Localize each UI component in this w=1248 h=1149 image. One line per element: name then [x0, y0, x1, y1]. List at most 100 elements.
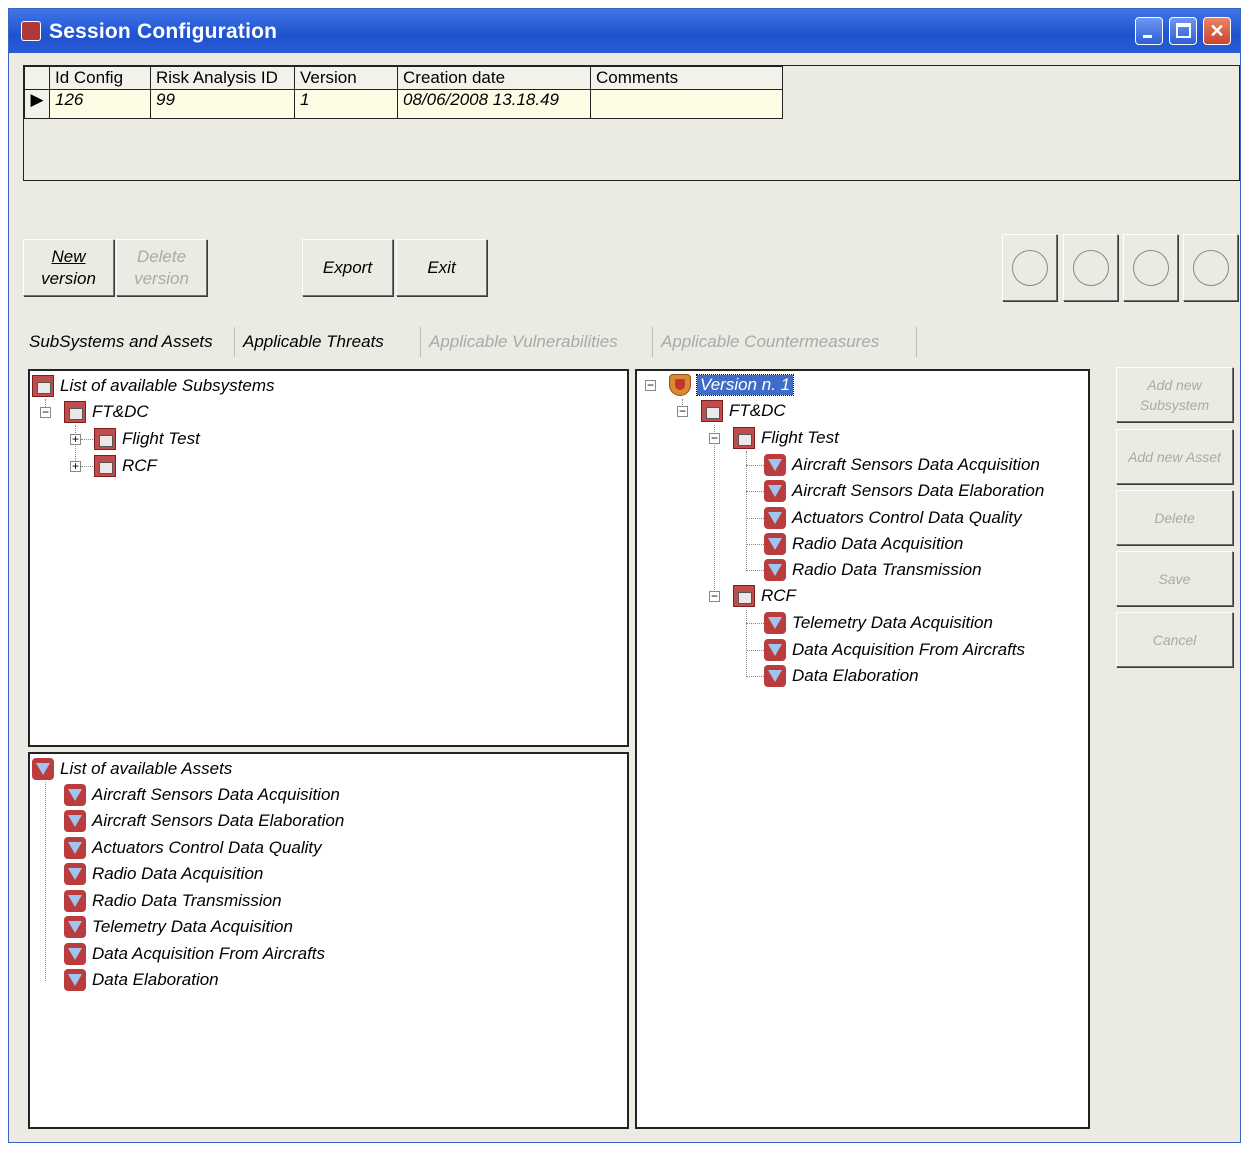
exit-button[interactable]: Exit	[396, 239, 487, 296]
toolbar-circle-button-2[interactable]	[1063, 234, 1118, 301]
column-header-creation-date[interactable]: Creation date	[397, 66, 591, 90]
tree-node-asset[interactable]: Actuators Control Data Quality	[764, 506, 1022, 530]
new-version-button[interactable]: New version	[23, 239, 114, 296]
collapse-icon[interactable]: −	[40, 406, 51, 418]
tab-applicable-vulnerabilities[interactable]: Applicable Vulnerabilities	[423, 327, 653, 357]
tree-node-asset[interactable]: Aircraft Sensors Data Elaboration	[764, 479, 1044, 503]
diamond-asset-icon	[764, 507, 786, 529]
tree-node-label: Flight Test	[122, 429, 200, 448]
toolbar-circle-button-3[interactable]	[1123, 234, 1178, 301]
column-header-risk-analysis-id[interactable]: Risk Analysis ID	[150, 66, 295, 90]
collapse-icon[interactable]: −	[709, 590, 720, 602]
assets-root-label: List of available Assets	[60, 759, 233, 778]
cell-creation-date[interactable]: 08/06/2008 13.18.49	[397, 89, 591, 119]
collapse-icon[interactable]: −	[709, 432, 720, 444]
window-title: Session Configuration	[49, 20, 278, 43]
close-button[interactable]: ✕	[1203, 17, 1231, 45]
column-header-version[interactable]: Version	[294, 66, 398, 90]
cancel-label: Cancel	[1152, 631, 1197, 648]
tree-node-flight-test[interactable]: Flight Test	[733, 426, 839, 450]
expand-icon[interactable]: +	[70, 433, 81, 445]
config-grid[interactable]: Id Config Risk Analysis ID Version Creat…	[23, 65, 1240, 181]
tree-node-label: Radio Data Acquisition	[792, 534, 964, 553]
column-header-comments[interactable]: Comments	[590, 66, 783, 90]
cell-version[interactable]: 1	[294, 89, 398, 119]
diamond-asset-icon	[64, 863, 86, 885]
new-version-label-line2: version	[41, 268, 96, 288]
table-header-row: Id Config Risk Analysis ID Version Creat…	[24, 66, 783, 90]
diamond-asset-icon	[764, 454, 786, 476]
diamond-asset-icon	[64, 784, 86, 806]
tree-line	[746, 676, 764, 677]
session-configuration-window: Session Configuration ✕ Id Config Risk A…	[8, 8, 1241, 1143]
tab-applicable-threats[interactable]: Applicable Threats	[237, 327, 421, 357]
tree-node-asset[interactable]: Data Elaboration	[764, 664, 919, 688]
assets-root-node[interactable]: List of available Assets	[32, 757, 232, 781]
subsystems-tree-panel[interactable]: List of available Subsystems − FT&DC + F…	[28, 369, 629, 747]
save-button[interactable]: Save	[1116, 551, 1233, 606]
collapse-icon[interactable]: −	[645, 379, 656, 391]
building-icon	[94, 455, 116, 477]
table-row[interactable]: ▶ 126 99 1 08/06/2008 13.18.49	[24, 89, 783, 119]
title-bar[interactable]: Session Configuration ✕	[9, 9, 1240, 53]
tree-node-flight-test[interactable]: Flight Test	[94, 427, 200, 451]
tree-node-label: FT&DC	[729, 401, 786, 420]
toolbar-circle-button-1[interactable]	[1002, 234, 1057, 301]
tree-node-ftdc[interactable]: FT&DC	[701, 399, 786, 423]
delete-button[interactable]: Delete	[1116, 490, 1233, 545]
list-item[interactable]: Aircraft Sensors Data Elaboration	[64, 809, 344, 833]
list-item[interactable]: Radio Data Transmission	[64, 889, 282, 913]
circle-icon	[1132, 249, 1169, 286]
tree-node-asset[interactable]: Radio Data Acquisition	[764, 532, 963, 556]
list-item[interactable]: Data Elaboration	[64, 968, 219, 992]
diamond-asset-icon	[32, 758, 54, 780]
diamond-asset-icon	[764, 665, 786, 687]
tree-node-rcf[interactable]: RCF	[94, 454, 157, 478]
tree-node-asset[interactable]: Data Acquisition From Aircrafts	[764, 638, 1025, 662]
version-root-node[interactable]: Version n. 1	[669, 373, 795, 397]
tree-node-asset[interactable]: Telemetry Data Acquisition	[764, 611, 993, 635]
shield-icon	[669, 374, 691, 396]
list-item[interactable]: Actuators Control Data Quality	[64, 836, 322, 860]
tree-node-asset[interactable]: Radio Data Transmission	[764, 558, 982, 582]
minimize-icon	[1143, 35, 1152, 38]
cell-comments[interactable]	[590, 89, 783, 119]
cancel-button[interactable]: Cancel	[1116, 612, 1233, 667]
tree-node-asset[interactable]: Aircraft Sensors Data Acquisition	[764, 453, 1040, 477]
assets-list-panel[interactable]: List of available Assets Aircraft Sensor…	[28, 752, 629, 1129]
export-button[interactable]: Export	[302, 239, 393, 296]
collapse-icon[interactable]: −	[677, 405, 688, 417]
tree-node-rcf[interactable]: RCF	[733, 584, 796, 608]
column-header-id-config[interactable]: Id Config	[49, 66, 151, 90]
tree-line	[746, 544, 764, 545]
version-tree-panel[interactable]: − Version n. 1 − FT&DC − Flight Test Air…	[635, 369, 1090, 1129]
circle-icon	[1072, 249, 1109, 286]
new-version-label-line1: New	[51, 246, 86, 266]
add-asset-label: Add new Asset	[1128, 448, 1221, 465]
circle-icon	[1192, 249, 1229, 286]
cell-risk-analysis-id[interactable]: 99	[150, 89, 295, 119]
tree-line	[746, 650, 764, 651]
add-new-subsystem-button[interactable]: Add new Subsystem	[1116, 367, 1233, 422]
expand-icon[interactable]: +	[70, 460, 81, 472]
list-item[interactable]: Telemetry Data Acquisition	[64, 915, 293, 939]
tree-node-label: RCF	[761, 586, 796, 605]
list-item-label: Data Elaboration	[92, 970, 219, 989]
toolbar-circle-button-4[interactable]	[1183, 234, 1238, 301]
tab-applicable-countermeasures[interactable]: Applicable Countermeasures	[655, 327, 917, 357]
tab-subsystems-and-assets[interactable]: SubSystems and Assets	[23, 327, 235, 357]
maximize-button[interactable]	[1169, 17, 1197, 45]
subsystems-root-node[interactable]: List of available Subsystems	[32, 374, 275, 398]
diamond-asset-icon	[64, 810, 86, 832]
row-marker[interactable]: ▶	[24, 89, 50, 119]
add-new-asset-button[interactable]: Add new Asset	[1116, 429, 1233, 484]
delete-version-button[interactable]: Delete version	[116, 239, 207, 296]
minimize-button[interactable]	[1135, 17, 1163, 45]
list-item-label: Aircraft Sensors Data Elaboration	[92, 811, 345, 830]
list-item[interactable]: Data Acquisition From Aircrafts	[64, 942, 325, 966]
list-item[interactable]: Aircraft Sensors Data Acquisition	[64, 783, 340, 807]
add-subsystem-label-line2: Subsystem	[1139, 396, 1210, 413]
cell-id-config[interactable]: 126	[49, 89, 151, 119]
list-item[interactable]: Radio Data Acquisition	[64, 862, 263, 886]
tree-node-ftdc[interactable]: FT&DC	[64, 400, 149, 424]
